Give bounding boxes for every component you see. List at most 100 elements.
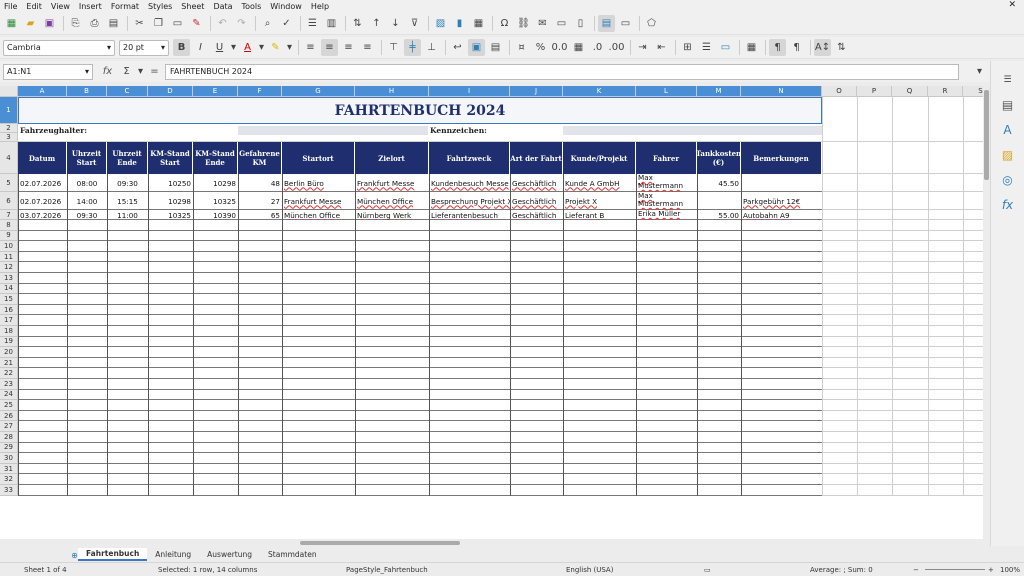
copy-icon[interactable]: ❐ (150, 15, 167, 32)
underline-dropdown-icon[interactable]: ▾ (230, 39, 237, 56)
table-cell[interactable]: 09:30 (107, 174, 148, 192)
conditional-format-icon[interactable]: ▦ (743, 39, 760, 56)
row-header-6[interactable]: 6 (0, 192, 18, 210)
sort-descending-icon[interactable]: ↓ (387, 15, 404, 32)
spreadsheet-grid[interactable]: ABCDEFGHIJKLMNOPQRS 1 2 3 4 5 6 7 8 9 10 11 12 13 14 1… (0, 86, 990, 539)
table-cell[interactable]: 10390 (193, 210, 238, 220)
highlighting-color-icon[interactable]: ✎ (267, 39, 284, 56)
redo-icon[interactable]: ↷ (233, 15, 250, 32)
increase-indent-icon[interactable]: ⇥ (634, 39, 651, 56)
menu-window[interactable]: Window (270, 2, 302, 11)
table-cell[interactable]: Kunde A GmbH (563, 174, 636, 192)
sum-dropdown-icon[interactable]: ▾ (137, 63, 144, 80)
row-header-3[interactable]: 3 (0, 133, 18, 142)
column-header-N[interactable]: N (741, 86, 822, 97)
row-header-22[interactable]: 22 (0, 368, 18, 379)
table-cell[interactable]: 10298 (193, 174, 238, 192)
column-header-O[interactable]: O (822, 86, 857, 97)
row-header-25[interactable]: 25 (0, 400, 18, 411)
row-header-14[interactable]: 14 (0, 283, 18, 295)
row-header-23[interactable]: 23 (0, 379, 18, 390)
horizontal-scrollbar[interactable] (0, 539, 990, 547)
column-heading[interactable]: Gefahrene KM (238, 142, 282, 174)
top-to-bottom-icon[interactable]: ⇅ (833, 39, 850, 56)
column-heading[interactable]: Kunde/Projekt (563, 142, 636, 174)
formula-input[interactable]: FAHRTENBUCH 2024 (165, 63, 959, 80)
menu-sheet[interactable]: Sheet (181, 2, 204, 11)
table-cell[interactable]: 10250 (148, 174, 193, 192)
column-heading[interactable]: KM-Stand Ende (193, 142, 238, 174)
print-icon[interactable]: ⎙ (86, 15, 103, 32)
sum-icon[interactable]: Σ (118, 63, 135, 80)
row-header-24[interactable]: 24 (0, 389, 18, 401)
vertical-text-icon[interactable]: A↕ (814, 39, 831, 56)
define-print-area-icon[interactable]: ▯ (572, 15, 589, 32)
unmerge-icon[interactable]: ▤ (487, 39, 504, 56)
open-folder-icon[interactable]: ▰ (22, 15, 39, 32)
table-cell[interactable]: Berlin Büro (282, 174, 355, 192)
table-cell[interactable]: Besprechung Projekt X (429, 192, 510, 210)
image-icon[interactable]: ▨ (432, 15, 449, 32)
row-header-30[interactable]: 30 (0, 453, 18, 464)
font-name-combo[interactable]: Cambria ▾ (3, 39, 115, 56)
properties-icon[interactable]: ▤ (999, 96, 1016, 113)
table-cell[interactable]: Geschäftlich (510, 210, 563, 220)
show-draw-functions-icon[interactable]: ⬠ (643, 15, 660, 32)
add-decimal-icon[interactable]: .0 (589, 39, 606, 56)
column-header-E[interactable]: E (193, 86, 238, 97)
row-header-17[interactable]: 17 (0, 315, 18, 326)
menu-data[interactable]: Data (213, 2, 232, 11)
column-header-D[interactable]: D (148, 86, 193, 97)
column-heading[interactable]: Uhrzeit Ende (107, 142, 148, 174)
plate-input-area[interactable] (563, 126, 822, 135)
row-header-15[interactable]: 15 (0, 294, 18, 305)
table-cell[interactable]: Frankfurt Messe (282, 192, 355, 210)
table-cell[interactable]: 02.07.2026 (18, 174, 67, 192)
borders-icon[interactable]: ⊞ (679, 39, 696, 56)
row-header-16[interactable]: 16 (0, 304, 18, 316)
print-preview-icon[interactable]: ▤ (105, 15, 122, 32)
table-cell[interactable]: Geschäftlich (510, 174, 563, 192)
table-cell[interactable]: Parkgebühr 12€ (741, 192, 822, 210)
menu-format[interactable]: Format (111, 2, 139, 11)
row-header-21[interactable]: 21 (0, 357, 18, 369)
tab-auswertung[interactable]: Auswertung (199, 548, 260, 561)
sheet-title[interactable]: FAHRTENBUCH 2024 (18, 97, 822, 124)
functions-icon[interactable]: fx (999, 196, 1016, 213)
find-replace-icon[interactable]: ⌕ (259, 15, 276, 32)
highlight-dropdown-icon[interactable]: ▾ (286, 39, 293, 56)
sidebar-menu-icon[interactable]: ☰ (999, 71, 1016, 88)
column-header-H[interactable]: H (355, 86, 429, 97)
table-cell[interactable] (741, 174, 822, 192)
column-heading[interactable]: Fahrer (636, 142, 697, 174)
zoom-level[interactable]: 100% (1000, 566, 1020, 574)
special-character-icon[interactable]: Ω (496, 15, 513, 32)
scroll-thumb[interactable] (300, 541, 460, 545)
column-heading[interactable]: Bemerkungen (741, 142, 822, 174)
headers-footers-icon[interactable]: ▭ (553, 15, 570, 32)
column-header-F[interactable]: F (238, 86, 282, 97)
date-format-icon[interactable]: ▦ (570, 39, 587, 56)
tab-stammdaten[interactable]: Stammdaten (260, 548, 325, 561)
table-cell[interactable]: München Office (282, 210, 355, 220)
expand-formula-bar-icon[interactable]: ▾ (971, 63, 988, 80)
row-header-32[interactable]: 32 (0, 474, 18, 485)
row-header-9[interactable]: 9 (0, 230, 18, 242)
row-header-18[interactable]: 18 (0, 326, 18, 337)
row-header-26[interactable]: 26 (0, 410, 18, 422)
row-header-27[interactable]: 27 (0, 421, 18, 432)
table-cell[interactable]: 48 (238, 174, 282, 192)
close-document-icon[interactable]: ✕ (1008, 0, 1016, 10)
table-cell[interactable]: 02.07.2026 (18, 192, 67, 210)
vertical-scrollbar[interactable] (983, 86, 990, 539)
column-header-L[interactable]: L (636, 86, 697, 97)
export-pdf-icon[interactable]: ⎘ (67, 15, 84, 32)
hyperlink-icon[interactable]: ⛓ (515, 15, 532, 32)
sort-ascending-icon[interactable]: ↑ (368, 15, 385, 32)
column-heading[interactable]: KM-Stand Start (148, 142, 193, 174)
center-vertically-icon[interactable]: ╪ (404, 39, 421, 56)
column-heading[interactable]: Uhrzeit Start (67, 142, 107, 174)
table-cell[interactable]: Erika Müller (636, 210, 697, 220)
function-wizard-icon[interactable]: fx (99, 63, 116, 80)
table-cell[interactable]: 09:30 (67, 210, 107, 220)
